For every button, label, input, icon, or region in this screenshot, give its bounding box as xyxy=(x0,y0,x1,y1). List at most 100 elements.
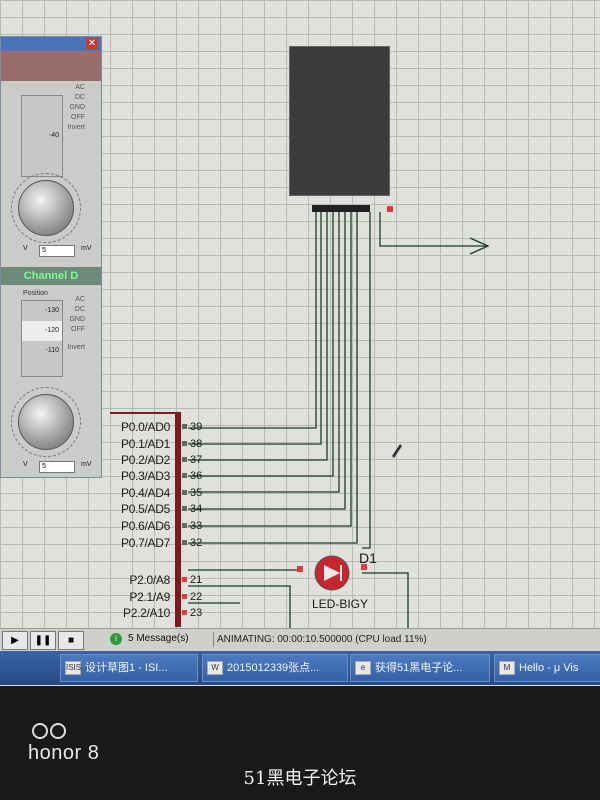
pin-label: P0.6/AD6 xyxy=(121,519,170,533)
animation-status: ANIMATING: 00:00:10.500000 (CPU load 11%… xyxy=(213,632,600,647)
taskbar-item-label: 获得51黑电子论... xyxy=(375,662,463,674)
pin-label: P0.3/AD3 xyxy=(121,469,170,483)
isis-icon: ISIS xyxy=(65,661,81,676)
taskbar-item-label: Hello - μ Vis xyxy=(519,662,579,674)
value-field[interactable]: 5 xyxy=(39,461,75,473)
pin-label: P0.5/AD5 xyxy=(121,502,170,516)
pin-label: P2.2/A10 xyxy=(123,606,170,620)
lcd-pin-header xyxy=(312,205,370,212)
osc-titlebar[interactable]: ✕ xyxy=(1,37,101,51)
mode-off[interactable]: OFF xyxy=(63,113,85,123)
pin-label: P0.7/AD7 xyxy=(121,536,170,550)
upper-mode-list: AC DC GND OFF Invert xyxy=(63,83,85,133)
stop-button[interactable]: ■ xyxy=(58,631,84,650)
pin-marker xyxy=(182,540,187,545)
taskbar-item-browser[interactable]: e 获得51黑电子论... xyxy=(350,654,490,682)
pin-marker xyxy=(182,490,187,495)
unit-v: V xyxy=(23,461,28,468)
phone-brand: honor 8 xyxy=(28,742,100,764)
pin-number: 33 xyxy=(190,520,203,532)
pin-number: 21 xyxy=(190,574,203,586)
pin-number: 38 xyxy=(190,438,203,450)
mcu-outline-top xyxy=(110,412,180,414)
message-count[interactable]: 5 Message(s) xyxy=(128,633,189,644)
upper-position-box[interactable]: -40 xyxy=(21,95,63,177)
monitor-screen: P0.0/AD0 39 P0.1/AD1 38 P0.2/AD2 37 P0.3/AD3 36… xyxy=(0,0,600,700)
mode-off[interactable]: OFF xyxy=(61,325,85,335)
unit-mv: mV xyxy=(81,245,92,252)
pin-marker xyxy=(182,473,187,478)
led-part-name: LED-BIGY xyxy=(312,597,369,611)
led-reference: D1 xyxy=(359,550,377,566)
pin-label: P2.1/A9 xyxy=(129,590,170,604)
mode-list: AC DC GND OFF Invert xyxy=(61,295,85,353)
osc-upper-strip xyxy=(1,51,101,81)
pin-marker xyxy=(182,610,187,615)
mode-invert[interactable]: Invert xyxy=(61,343,85,353)
pin-marker xyxy=(182,594,187,599)
pin-label: P0.2/AD2 xyxy=(121,453,170,467)
mode-invert[interactable]: Invert xyxy=(63,123,85,133)
play-button[interactable]: ▶ xyxy=(2,631,28,650)
taskbar-item-isis[interactable]: ISIS 设计草图1 - ISI... xyxy=(60,654,198,682)
mode-ac[interactable]: AC xyxy=(63,83,85,93)
pin-marker xyxy=(297,566,303,572)
upper-position-value: -40 xyxy=(48,132,59,139)
unit-v: V xyxy=(23,245,28,252)
pin-marker xyxy=(182,457,187,462)
taskbar-item-label: 2015012339张点... xyxy=(227,662,320,674)
keil-icon: M xyxy=(499,661,515,676)
taskbar: ISIS 设计草图1 - ISI... W 2015012339张点... e 获得5… xyxy=(0,651,600,685)
pencil-icon xyxy=(392,444,402,458)
honor-logo-icon xyxy=(32,723,66,739)
pin-number: 35 xyxy=(190,487,203,499)
position-tick: -130 xyxy=(44,307,59,314)
pin-number: 32 xyxy=(190,537,203,549)
taskbar-item-keil[interactable]: M Hello - μ Vis xyxy=(494,654,600,682)
pin-number: 22 xyxy=(190,591,203,603)
info-icon[interactable]: i xyxy=(110,633,122,645)
pause-button[interactable]: ❚❚ xyxy=(30,631,56,650)
browser-icon: e xyxy=(355,661,371,676)
pin-marker xyxy=(182,424,187,429)
led-symbol[interactable] xyxy=(314,555,350,591)
volts-knob[interactable] xyxy=(18,394,74,450)
mode-gnd[interactable]: GND xyxy=(61,315,85,325)
mode-ac[interactable]: AC xyxy=(61,295,85,305)
pin-marker xyxy=(387,206,393,212)
pin-marker xyxy=(182,506,187,511)
mode-dc[interactable]: DC xyxy=(61,305,85,315)
channel-d-label: Channel D xyxy=(1,267,101,285)
position-label: Position xyxy=(23,290,48,297)
schematic-canvas[interactable]: P0.0/AD0 39 P0.1/AD1 38 P0.2/AD2 37 P0.3/AD3 36… xyxy=(0,0,600,628)
pin-label: P0.4/AD4 xyxy=(121,486,170,500)
pin-number: 39 xyxy=(190,421,203,433)
position-box[interactable]: -130 -120 -110 xyxy=(21,300,63,377)
mcu-outline[interactable] xyxy=(175,412,181,627)
taskbar-item-word[interactable]: W 2015012339张点... xyxy=(202,654,348,682)
status-bar: ▶ ❚❚ ■ i 5 Message(s) ANIMATING: 00:00:1… xyxy=(0,628,600,651)
oscilloscope-panel[interactable]: ✕ -40 AC DC GND OFF Invert V 5 mV Channe… xyxy=(0,36,102,478)
mode-gnd[interactable]: GND xyxy=(63,103,85,113)
position-tick: -120 xyxy=(22,321,62,341)
position-tick: -110 xyxy=(45,347,60,354)
pin-label: P2.0/A8 xyxy=(129,573,170,587)
mode-dc[interactable]: DC xyxy=(63,93,85,103)
pin-number: 23 xyxy=(190,607,203,619)
upper-volts-knob[interactable] xyxy=(18,180,74,236)
pin-marker xyxy=(182,441,187,446)
pin-label: P0.0/AD0 xyxy=(121,420,170,434)
pin-marker xyxy=(182,577,187,582)
upper-value-field[interactable]: 5 xyxy=(39,245,75,257)
pin-number: 37 xyxy=(190,454,203,466)
pin-number: 36 xyxy=(190,470,203,482)
pin-number: 34 xyxy=(190,503,203,515)
close-icon[interactable]: ✕ xyxy=(86,38,98,49)
word-icon: W xyxy=(207,661,223,676)
unit-mv: mV xyxy=(81,461,92,468)
taskbar-item-label: 设计草图1 - ISI... xyxy=(85,662,168,674)
pin-marker xyxy=(182,523,187,528)
pin-label: P0.1/AD1 xyxy=(121,437,170,451)
lcd-module[interactable] xyxy=(289,46,390,196)
forum-watermark: 51黑电子论坛 xyxy=(243,768,357,789)
